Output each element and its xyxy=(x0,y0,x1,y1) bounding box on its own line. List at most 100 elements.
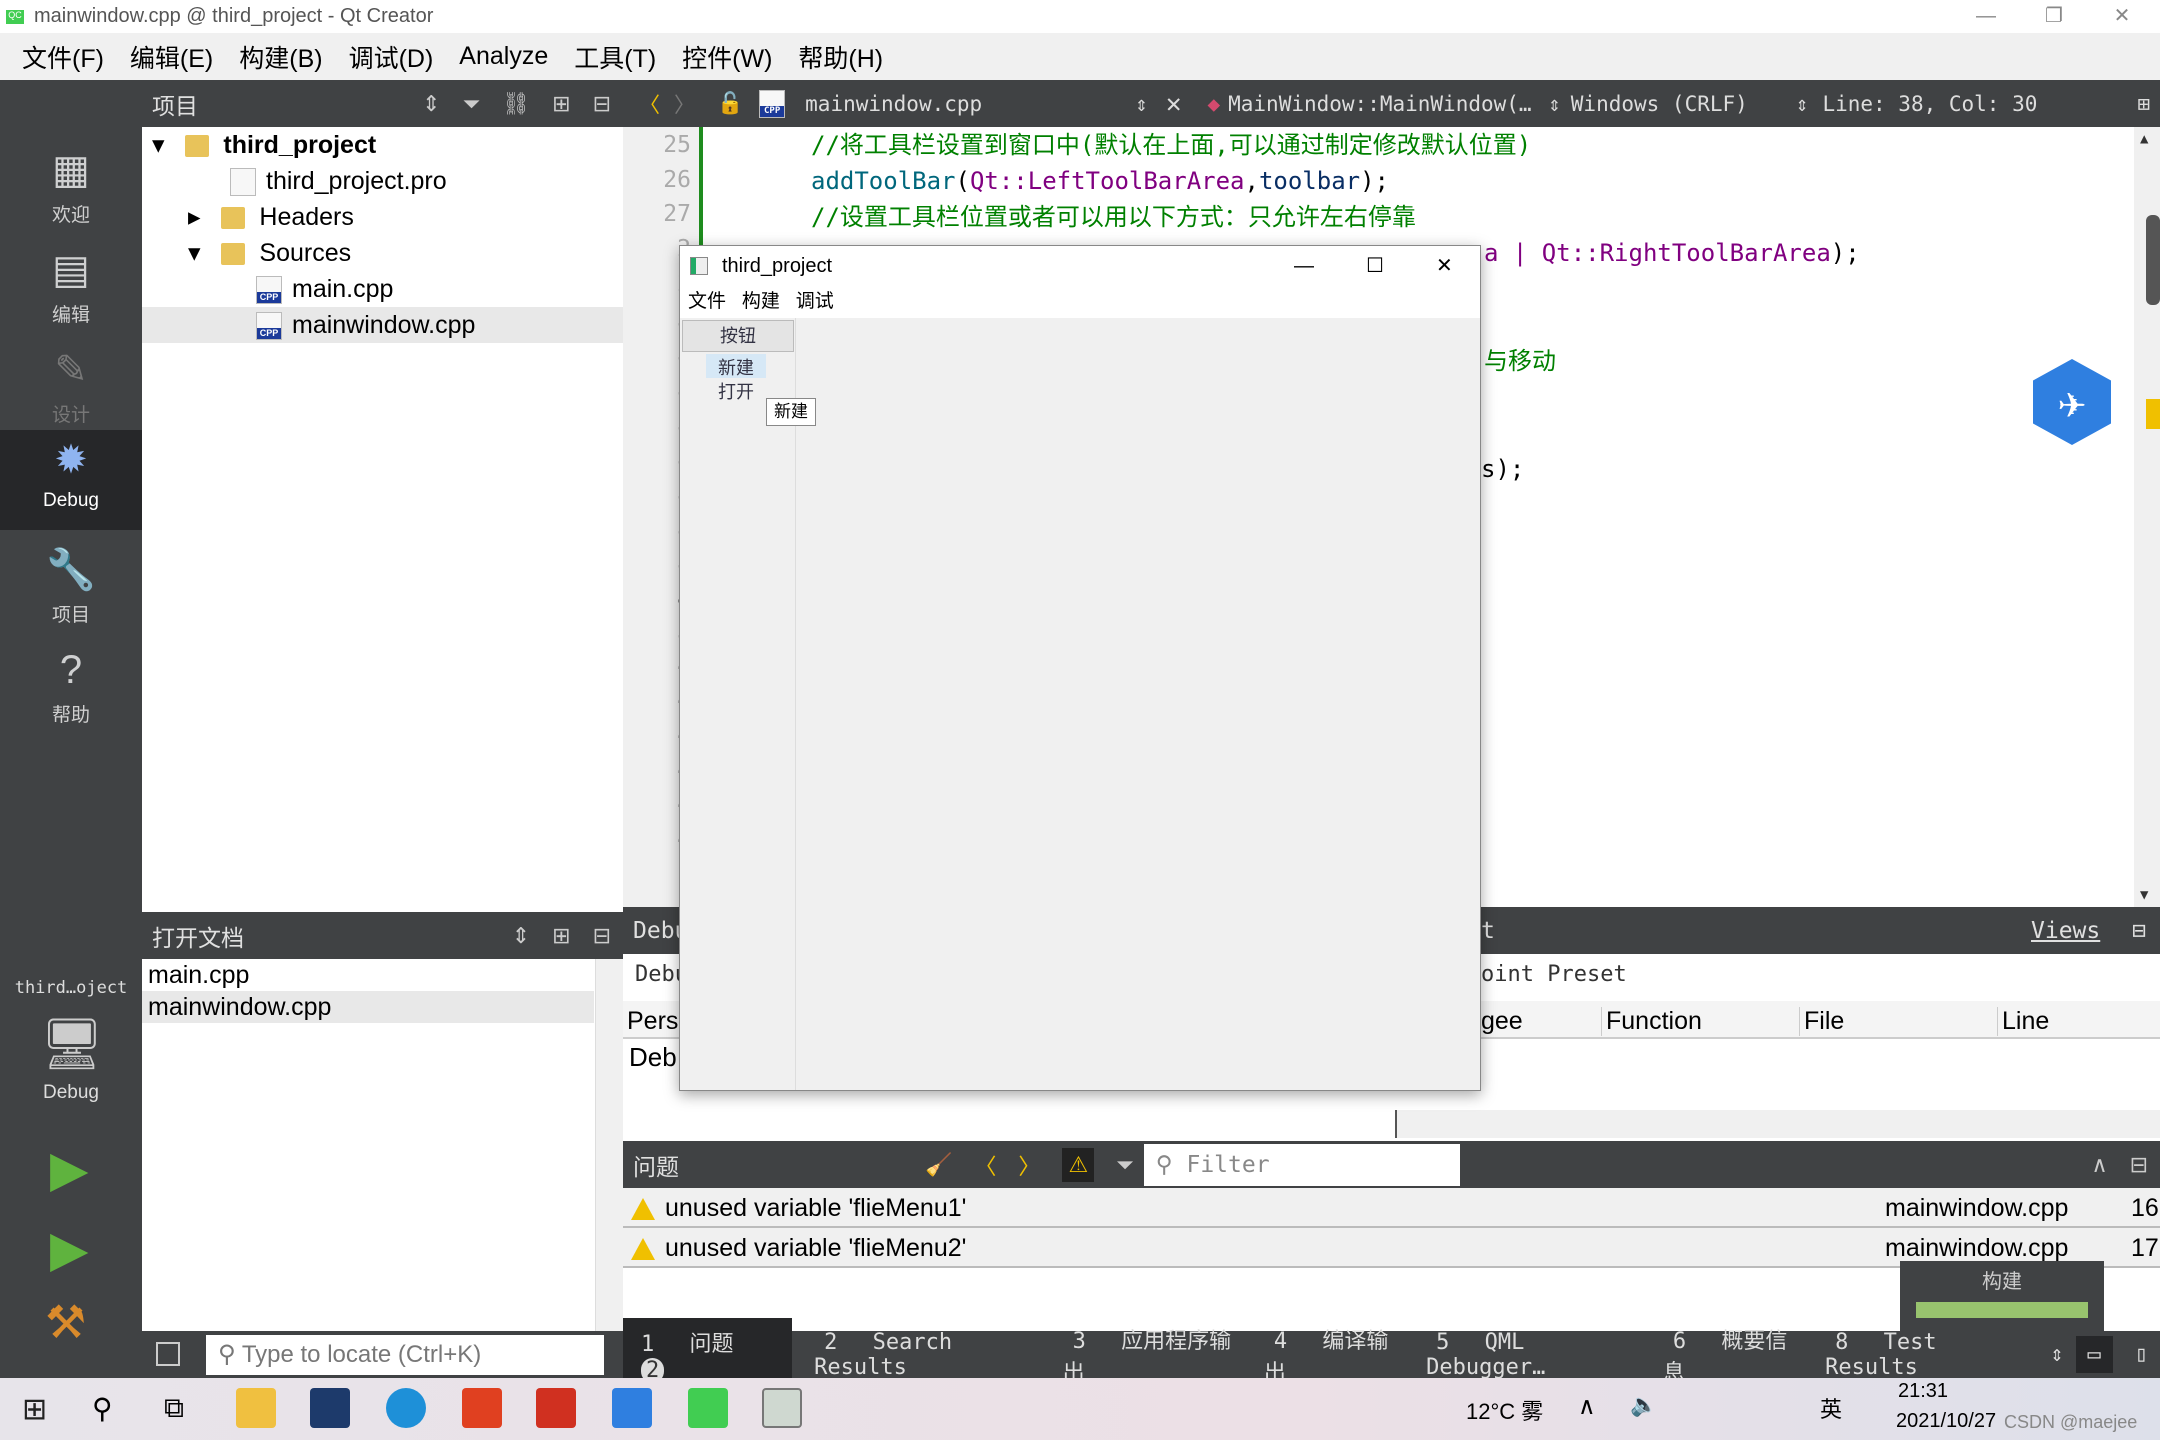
clear-icon[interactable]: 🧹 xyxy=(925,1152,952,1178)
tab-compile-output[interactable]: 4 编译输出 xyxy=(1264,1323,1404,1387)
lock-icon[interactable]: 🔓 xyxy=(717,91,743,116)
column-file[interactable]: File xyxy=(1799,1007,1844,1036)
feishu-icon[interactable] xyxy=(612,1388,652,1428)
app-minimize-button[interactable]: — xyxy=(1294,246,1314,286)
split-icon[interactable]: ⊞ xyxy=(2137,92,2150,116)
app-action-new[interactable]: 新建 xyxy=(706,354,766,378)
sort-icon[interactable]: ⇕ xyxy=(1548,92,1561,116)
prev-icon[interactable]: 〈 xyxy=(974,1149,996,1181)
sort-icon[interactable]: ⇕ xyxy=(1796,92,1809,116)
views-button[interactable]: Views xyxy=(2031,918,2100,944)
app-menu-build[interactable]: 构建 xyxy=(742,291,780,312)
tab-app-output[interactable]: 3 应用程序输出 xyxy=(1063,1323,1242,1387)
tab-general-messages[interactable]: 6 概要信息 xyxy=(1663,1323,1803,1387)
app-window-icon[interactable] xyxy=(762,1388,802,1428)
link-icon[interactable]: ⛓ xyxy=(502,91,530,117)
close-pane-icon[interactable]: ⊟ xyxy=(593,91,611,117)
column-line[interactable]: Line xyxy=(1997,1007,2049,1036)
explorer-icon[interactable] xyxy=(236,1388,276,1428)
column-function[interactable]: Function xyxy=(1601,1007,1702,1036)
app-action-open[interactable]: 打开 xyxy=(706,378,766,404)
ime-indicator[interactable]: 英 xyxy=(1820,1392,1842,1424)
run-icon[interactable]: ▶ xyxy=(50,1140,88,1198)
menu-file[interactable]: 文件(F) xyxy=(22,39,104,75)
menu-help[interactable]: 帮助(H) xyxy=(798,39,883,75)
mode-welcome[interactable]: ▦ 欢迎 xyxy=(0,140,142,240)
close-pane-icon[interactable]: ⊟ xyxy=(2130,1152,2148,1178)
close-pane-icon[interactable]: ⊟ xyxy=(593,923,611,949)
clock-date[interactable]: 2021/10/27 xyxy=(1896,1410,1996,1433)
devcpp-icon[interactable] xyxy=(310,1388,350,1428)
tab-qml-debugger[interactable]: 5 QML Debugger… xyxy=(1426,1330,1641,1380)
volume-icon[interactable]: 🔈 xyxy=(1630,1392,1657,1418)
horizontal-scrollbar[interactable] xyxy=(1395,1110,2160,1138)
task-view-icon[interactable]: ⧉ xyxy=(164,1392,184,1425)
file-selector[interactable]: mainwindow.cpp xyxy=(805,92,1135,116)
collapse-icon[interactable]: ∧ xyxy=(2091,1152,2107,1178)
sort-icon[interactable]: ⇕ xyxy=(422,91,440,117)
menu-edit[interactable]: 编辑(E) xyxy=(130,39,213,75)
locate-input[interactable]: ⚲ Type to locate (Ctrl+K) xyxy=(206,1335,604,1375)
issue-row[interactable]: unused variable 'flieMenu1' mainwindow.cp… xyxy=(623,1188,2160,1228)
qtcreator-icon[interactable] xyxy=(688,1388,728,1428)
mode-projects[interactable]: 🔧 项目 xyxy=(0,540,142,640)
start-icon[interactable]: ⊞ xyxy=(22,1392,47,1427)
menu-build[interactable]: 构建(B) xyxy=(239,39,322,75)
output-toggle-icon[interactable]: ▭ xyxy=(2075,1336,2113,1373)
close-pane-icon[interactable]: ⊟ xyxy=(2132,918,2146,944)
mode-debug[interactable]: ✹ Debug xyxy=(0,430,142,530)
issues-filter-input[interactable]: ⚲ Filter xyxy=(1143,1143,1460,1186)
tree-item-sources[interactable]: ▾ Sources xyxy=(188,235,351,271)
filter-icon[interactable]: ⏷ xyxy=(463,91,481,117)
symbol-selector[interactable]: MainWindow::MainWindow(… xyxy=(1228,92,1548,116)
clock-time[interactable]: 21:31 xyxy=(1898,1380,1948,1403)
menu-debug[interactable]: 调试(D) xyxy=(349,39,434,75)
tab-test-results[interactable]: 8 Test Results xyxy=(1825,1330,2028,1380)
menu-tools[interactable]: 工具(T) xyxy=(574,39,656,75)
mode-design[interactable]: ✎ 设计 xyxy=(0,340,142,440)
tree-item-headers[interactable]: ▸ Headers xyxy=(188,199,354,235)
sidebar-toggle-icon[interactable] xyxy=(156,1342,180,1366)
close-file-icon[interactable]: ✕ xyxy=(1166,89,1182,119)
tree-item-mainwindow-cpp[interactable]: CPP mainwindow.cpp xyxy=(142,307,623,343)
cursor-position[interactable]: Line: 38, Col: 30 xyxy=(1822,92,2037,116)
app-button[interactable]: 按钮 xyxy=(682,320,794,352)
tab-search-results[interactable]: 2 Search Results xyxy=(814,1330,1041,1380)
restore-button[interactable]: ❐ xyxy=(2020,0,2088,33)
sort-icon[interactable]: ⇕ xyxy=(2050,1342,2063,1367)
hammer-icon[interactable]: ⚒ xyxy=(45,1295,86,1349)
editor-scrollbar[interactable]: ▲ ▼ xyxy=(2134,127,2160,907)
warning-filter-icon[interactable]: ⚠ xyxy=(1062,1147,1095,1182)
office-icon[interactable] xyxy=(462,1388,502,1428)
next-icon[interactable]: 〉 xyxy=(1018,1149,1040,1181)
back-icon[interactable]: 〈 xyxy=(639,89,660,119)
debug-run-icon[interactable]: ▶ xyxy=(50,1220,88,1278)
filter-icon[interactable]: ⏷ xyxy=(1116,1152,1134,1178)
tray-chevron-icon[interactable]: ∧ xyxy=(1578,1392,1596,1421)
app-menu-file[interactable]: 文件 xyxy=(688,291,726,312)
docs-scrollbar[interactable] xyxy=(595,959,623,1331)
app-close-button[interactable]: ✕ xyxy=(1436,246,1453,286)
close-button[interactable]: ✕ xyxy=(2088,0,2156,33)
weather[interactable]: 12°C 雾 xyxy=(1466,1394,1543,1426)
split-icon[interactable]: ⊞ xyxy=(552,91,570,117)
minimize-button[interactable]: — xyxy=(1952,0,2020,33)
doc-item[interactable]: mainwindow.cpp xyxy=(142,991,594,1023)
menu-analyze[interactable]: Analyze xyxy=(459,42,548,71)
app-menu-debug[interactable]: 调试 xyxy=(796,291,834,312)
floating-assistant-icon[interactable]: ✈ xyxy=(2033,359,2111,445)
sidebar-toggle-icon[interactable]: ▯ xyxy=(2135,1342,2148,1367)
forward-icon[interactable]: 〉 xyxy=(674,89,695,119)
menu-controls[interactable]: 控件(W) xyxy=(682,39,772,75)
split-icon[interactable]: ⊞ xyxy=(552,923,570,949)
mode-help[interactable]: ? 帮助 xyxy=(0,640,142,740)
doc-item[interactable]: main.cpp xyxy=(148,959,249,991)
search-icon[interactable]: ⚲ xyxy=(92,1392,113,1425)
mode-edit[interactable]: ▤ 编辑 xyxy=(0,240,142,340)
sort-icon[interactable]: ⇕ xyxy=(512,923,530,949)
office-icon-2[interactable] xyxy=(536,1388,576,1428)
sort-icon[interactable]: ⇕ xyxy=(1135,92,1148,116)
monitor-icon[interactable]: 🖥 xyxy=(40,1015,103,1074)
tree-item-pro[interactable]: third_project.pro xyxy=(230,163,447,199)
app-maximize-button[interactable]: ☐ xyxy=(1366,246,1384,286)
